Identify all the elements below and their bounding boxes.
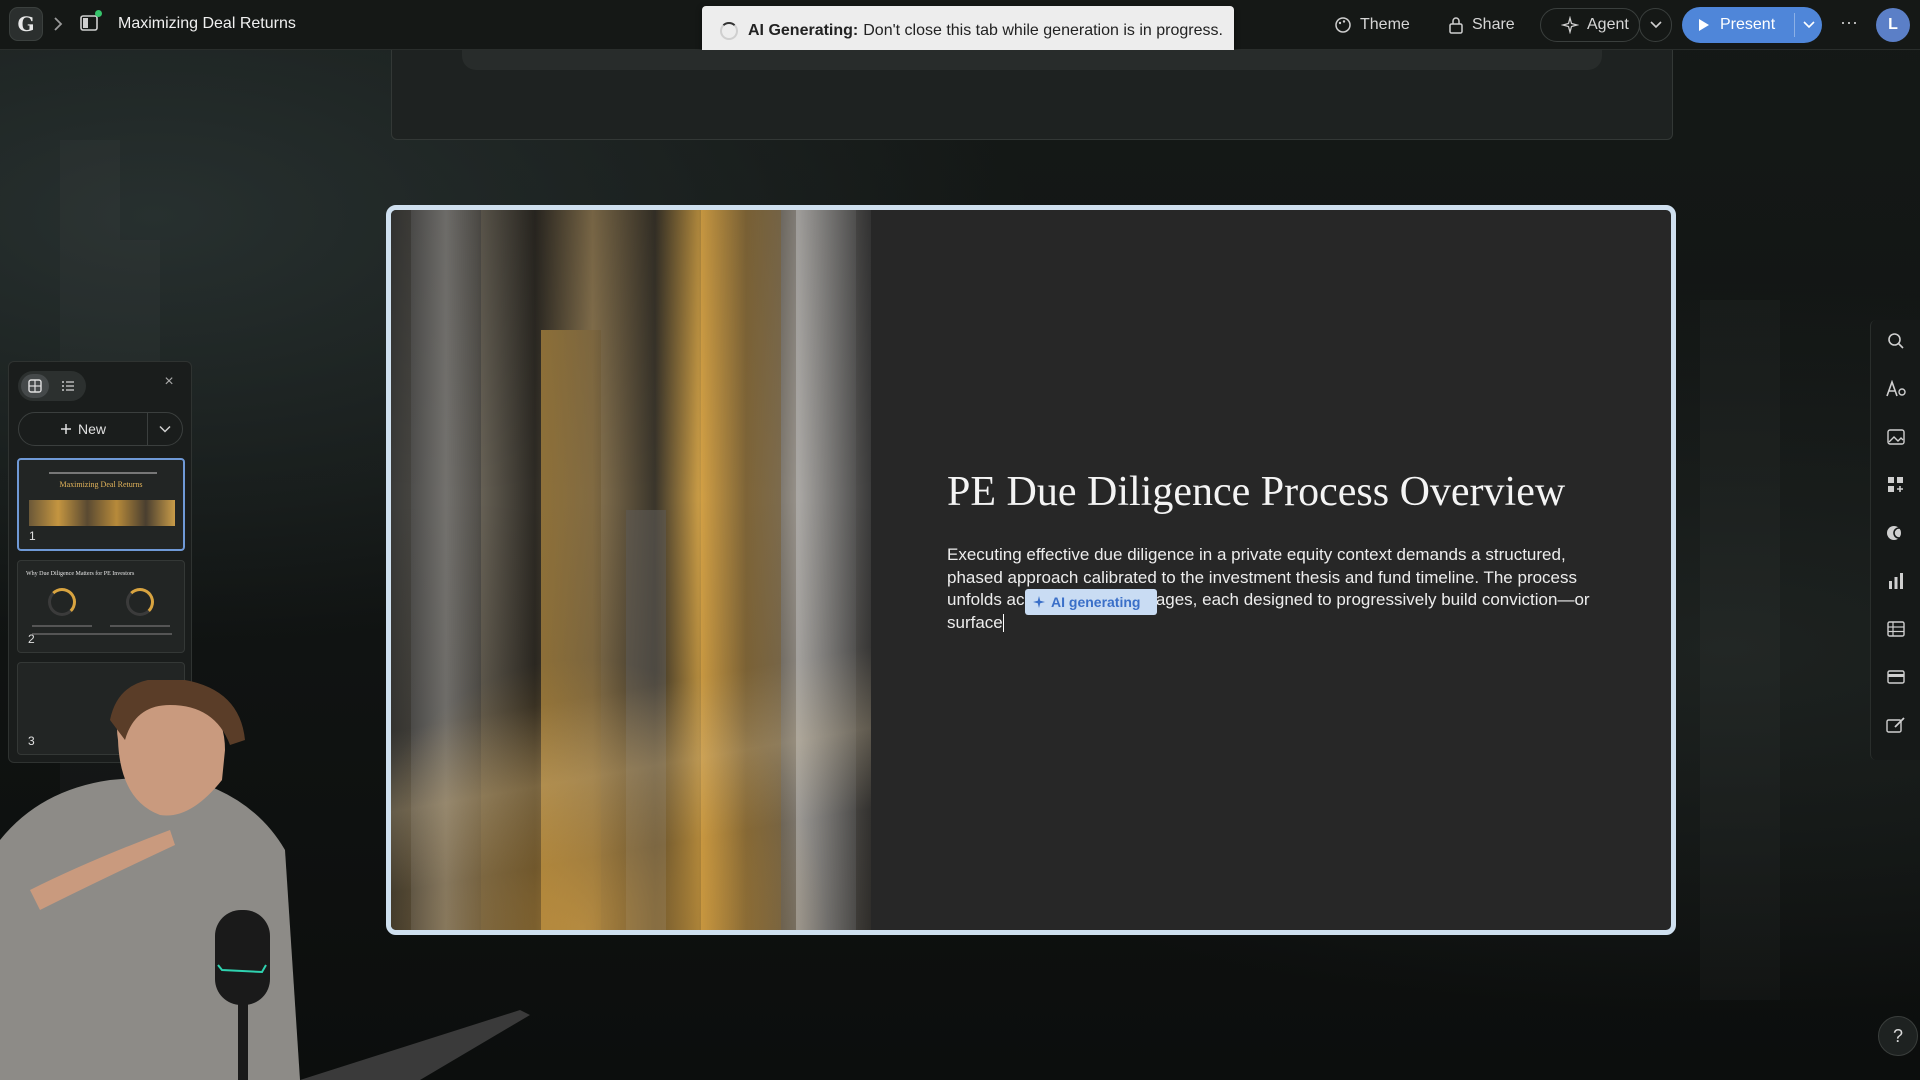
grid-view-icon[interactable]: [21, 374, 49, 398]
thumbnail-image-strip: [29, 500, 175, 526]
background-building: [1700, 300, 1780, 1000]
sparkle-icon: [1033, 596, 1045, 608]
chevron-down-icon: [1649, 21, 1662, 29]
ai-generating-chip: AI generating: [1025, 589, 1157, 615]
thumbnail-text-line: [110, 625, 170, 627]
slide-body-text[interactable]: Executing effective due diligence in a p…: [947, 544, 1597, 634]
slide-text-area[interactable]: PE Due Diligence Process Overview Execut…: [947, 470, 1597, 634]
slide-number: 1: [29, 529, 36, 543]
new-label: New: [77, 421, 106, 437]
chevron-down-icon[interactable]: [1802, 20, 1816, 30]
image-icon[interactable]: [1885, 426, 1907, 448]
chart-icon[interactable]: [1885, 570, 1907, 592]
document-icon[interactable]: [79, 10, 102, 33]
lock-icon: [1449, 17, 1463, 34]
plus-icon: [60, 424, 71, 434]
share-label: Share: [1472, 16, 1515, 33]
close-icon[interactable]: ×: [161, 374, 177, 390]
layout-icon[interactable]: [1885, 666, 1907, 688]
previous-slide-content: [462, 50, 1602, 70]
play-icon: [1699, 19, 1709, 31]
user-avatar[interactable]: L: [1876, 8, 1910, 42]
right-insert-toolbar: [1870, 320, 1920, 760]
new-slide-dropdown[interactable]: [148, 425, 182, 433]
table-icon[interactable]: [1885, 618, 1907, 640]
slide-title[interactable]: PE Due Diligence Process Overview: [947, 470, 1597, 514]
app-logo[interactable]: G: [9, 7, 43, 41]
thumbnail-title: Why Due Diligence Matters for PE Investo…: [26, 571, 135, 577]
presenter-webcam-overlay: [0, 680, 530, 1080]
search-icon[interactable]: [1885, 330, 1907, 352]
thumbnail-subtitle-line: [49, 472, 157, 474]
document-title[interactable]: Maximizing Deal Returns: [118, 15, 296, 33]
text-style-icon[interactable]: [1885, 378, 1907, 400]
thumbnail-ring-chart: [126, 588, 154, 616]
ai-chip-label: AI generating: [1051, 593, 1141, 610]
loading-spinner-icon: [720, 22, 738, 40]
palette-icon: [1335, 17, 1351, 33]
embed-icon[interactable]: [1885, 522, 1907, 544]
theme-button[interactable]: Theme: [1334, 9, 1410, 41]
thumbnail-ring-chart: [48, 588, 76, 616]
present-button[interactable]: Present: [1682, 7, 1822, 43]
present-label: Present: [1720, 16, 1776, 33]
slide-number: 2: [28, 632, 35, 646]
theme-label: Theme: [1360, 16, 1410, 33]
toast-label: AI Generating:: [748, 22, 859, 39]
view-toggle: [18, 371, 86, 401]
slide-thumbnail-1[interactable]: Maximizing Deal Returns 1: [17, 458, 185, 551]
chevron-down-icon: [159, 425, 171, 433]
ai-generating-toast: AI Generating: Don't close this tab whil…: [702, 6, 1234, 56]
list-view-icon[interactable]: [54, 374, 82, 398]
thumbnail-text-line: [32, 625, 92, 627]
top-bar: G Maximizing Deal Returns AI Generating:…: [0, 0, 1920, 56]
online-status-dot: [95, 10, 102, 17]
previous-slide-card[interactable]: [391, 50, 1673, 140]
agent-dropdown-button[interactable]: [1639, 8, 1672, 42]
share-button[interactable]: Share: [1448, 9, 1515, 41]
new-slide-button[interactable]: New: [18, 412, 183, 446]
more-options-icon[interactable]: ···: [1838, 12, 1860, 34]
add-block-icon[interactable]: [1885, 474, 1907, 496]
help-button[interactable]: ?: [1878, 1016, 1918, 1056]
new-slide-main[interactable]: New: [19, 421, 147, 437]
agent-button[interactable]: Agent: [1540, 8, 1640, 42]
slide-thumbnail-2[interactable]: Why Due Diligence Matters for PE Investo…: [17, 560, 185, 653]
toast-message: Don't close this tab while generation is…: [863, 22, 1223, 39]
thumbnail-title: Maximizing Deal Returns: [59, 480, 143, 489]
slide-card-selected[interactable]: PE Due Diligence Process Overview Execut…: [386, 205, 1676, 935]
agent-label: Agent: [1587, 16, 1629, 33]
sparkle-icon: [1561, 16, 1579, 34]
text-cursor: [1002, 614, 1004, 633]
edit-form-icon[interactable]: [1885, 714, 1907, 736]
present-divider: [1794, 13, 1795, 37]
thumbnail-text-line: [32, 633, 172, 635]
chevron-right-icon[interactable]: [51, 15, 65, 33]
